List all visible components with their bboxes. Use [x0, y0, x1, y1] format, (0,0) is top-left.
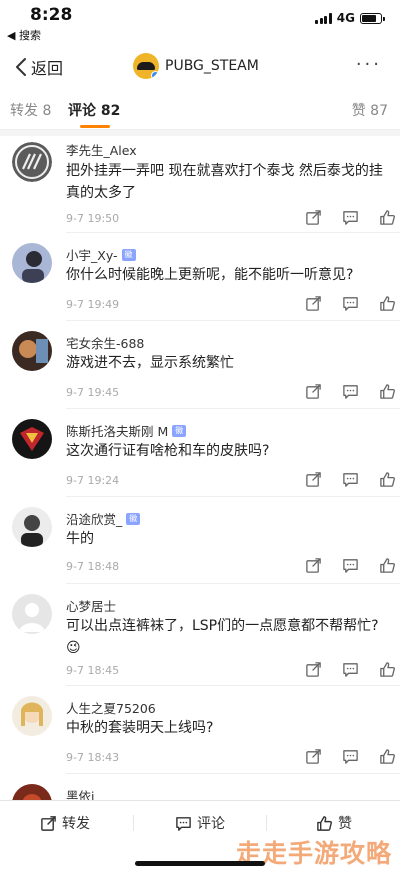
comment-time: 9-7 18:43	[66, 751, 120, 764]
back-to-search-link[interactable]: ◀ 搜索	[7, 27, 41, 43]
back-button[interactable]: 返回	[14, 55, 63, 79]
comment-icon[interactable]	[342, 748, 359, 765]
avatar[interactable]	[12, 696, 52, 736]
comment-text: 中秋的套装明天上线吗?	[66, 720, 214, 736]
active-tab-indicator	[80, 125, 110, 128]
share-icon[interactable]	[305, 383, 322, 400]
comment-text: 牛的	[66, 531, 94, 547]
share-icon[interactable]	[305, 471, 322, 488]
list-item: 心梦居士 可以出点连裤袜了，LSP们的一点愿意都不帮帮忙? 😉 9-7 18:4…	[0, 584, 400, 686]
like-icon[interactable]	[379, 471, 396, 488]
user-tag: 徽	[126, 512, 141, 525]
avatar[interactable]	[12, 243, 52, 283]
list-item: 黑依i	[0, 774, 400, 800]
verified-badge-icon	[151, 71, 159, 79]
tab-like[interactable]: 赞 87	[352, 100, 388, 120]
like-icon[interactable]	[379, 557, 396, 574]
repost-button[interactable]: 转发	[40, 813, 90, 833]
network-type: 4G	[336, 11, 355, 25]
post-author[interactable]: PUBG_STEAM	[133, 53, 259, 79]
tab-comment[interactable]: 评论 82	[68, 100, 120, 120]
home-indicator[interactable]	[135, 861, 265, 866]
comment-icon[interactable]	[342, 471, 359, 488]
like-button[interactable]: 赞	[316, 813, 352, 833]
avatar[interactable]	[12, 594, 52, 634]
comment-label: 评论	[197, 816, 225, 832]
comment-text: 可以出点连裤袜了，LSP们的一点愿意都不帮帮忙? 😉	[66, 618, 379, 656]
list-item: 小宇_Xy- 徽 你什么时候能晚上更新呢，能不能听一听意见? 9-7 19:49	[0, 233, 400, 321]
comment-icon[interactable]	[342, 383, 359, 400]
like-icon[interactable]	[379, 661, 396, 678]
list-item: 李先生_Alex 把外挂弄一弄吧 现在就喜欢打个泰戈 然后泰戈的挂真的太多了 9…	[0, 136, 400, 233]
comment-time: 9-7 19:45	[66, 386, 120, 399]
tab-repost[interactable]: 转发 8	[10, 100, 51, 120]
comment-username: 心梦居士	[66, 599, 117, 614]
divider	[133, 815, 134, 831]
comment-text: 把外挂弄一弄吧 现在就喜欢打个泰戈 然后泰戈的挂真的太多了	[66, 163, 383, 201]
comment-username: 小宇_Xy-	[66, 248, 118, 263]
like-icon[interactable]	[379, 209, 396, 226]
comment-username: 李先生_Alex	[66, 143, 137, 158]
status-bar: 8:28 ◀ 搜索 4G	[0, 0, 400, 44]
nav-bar: 返回 PUBG_STEAM ···	[0, 44, 400, 90]
back-label: 返回	[31, 59, 64, 78]
share-icon	[41, 815, 56, 831]
comment-username: 黑依i	[66, 789, 95, 800]
comment-time: 9-7 19:50	[66, 212, 120, 225]
repost-label: 转发	[62, 816, 90, 832]
list-item: 人生之夏75206 中秋的套装明天上线吗? 9-7 18:43	[0, 686, 400, 774]
battery-icon	[360, 12, 385, 24]
more-options-button[interactable]: ···	[356, 54, 382, 75]
like-icon	[317, 815, 333, 831]
avatar[interactable]	[12, 331, 52, 371]
chevron-left-icon	[16, 58, 26, 76]
share-icon[interactable]	[305, 748, 322, 765]
list-item: 陈斯托洛夫斯刚 M徽 这次通行证有啥枪和车的皮肤吗? 9-7 19:24	[0, 409, 400, 497]
tab-bar: 转发 8 评论 82 赞 87	[0, 92, 400, 130]
share-icon[interactable]	[305, 209, 322, 226]
weibo-comments-page: 8:28 ◀ 搜索 4G 返回 PUBG_STEAM ··· 转发 8 评论 8…	[0, 0, 400, 874]
avatar[interactable]	[12, 419, 52, 459]
share-icon[interactable]	[305, 557, 322, 574]
comment-time: 9-7 19:49	[66, 298, 120, 311]
avatar	[133, 53, 159, 79]
avatar[interactable]	[12, 507, 52, 547]
comment-text: 游戏进不去，显示系统繁忙	[66, 355, 234, 371]
comment-username: 宅女余生-688	[66, 336, 145, 351]
like-label: 赞	[338, 816, 352, 832]
comment-time: 9-7 18:45	[66, 664, 120, 677]
divider	[266, 815, 267, 831]
comment-icon[interactable]	[342, 661, 359, 678]
list-item: 沿途欣赏_ 徽 牛的 9-7 18:48	[0, 497, 400, 584]
user-tag: 徽	[172, 424, 187, 437]
comment-icon	[176, 816, 191, 831]
status-time: 8:28	[30, 5, 73, 25]
comment-text: 你什么时候能晚上更新呢，能不能听一听意见?	[66, 267, 354, 283]
signal-icon	[315, 12, 332, 24]
like-icon[interactable]	[379, 748, 396, 765]
comment-username: 陈斯托洛夫斯刚 M	[66, 424, 169, 439]
list-item: 宅女余生-688 游戏进不去，显示系统繁忙 9-7 19:45	[0, 321, 400, 409]
comment-username: 沿途欣赏_	[66, 512, 123, 527]
comment-icon[interactable]	[342, 557, 359, 574]
comment-username: 人生之夏75206	[66, 701, 156, 716]
avatar[interactable]	[12, 784, 52, 800]
like-icon[interactable]	[379, 383, 396, 400]
like-icon[interactable]	[379, 295, 396, 312]
comment-icon[interactable]	[342, 295, 359, 312]
user-tag: 徽	[121, 248, 136, 261]
share-icon[interactable]	[305, 295, 322, 312]
comment-time: 9-7 18:48	[66, 560, 120, 573]
page-title: PUBG_STEAM	[165, 58, 259, 74]
comment-icon[interactable]	[342, 209, 359, 226]
avatar[interactable]	[12, 142, 52, 182]
comment-text: 这次通行证有啥枪和车的皮肤吗?	[66, 443, 270, 459]
share-icon[interactable]	[305, 661, 322, 678]
comment-time: 9-7 19:24	[66, 474, 120, 487]
comment-button[interactable]: 评论	[175, 813, 225, 833]
